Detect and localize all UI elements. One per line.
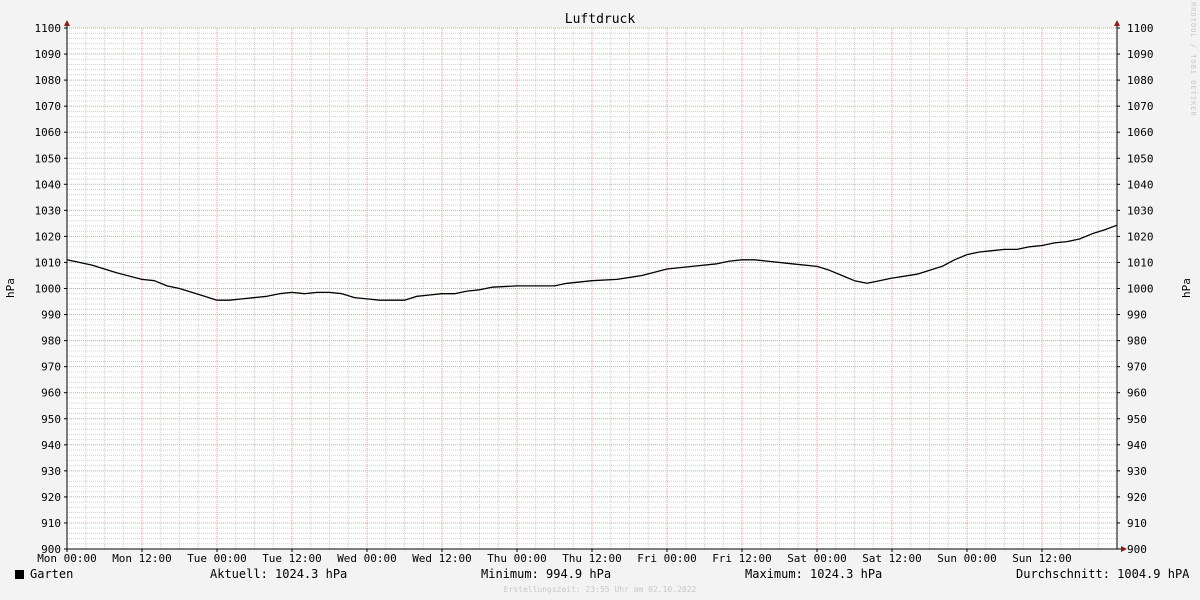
legend-swatch <box>15 570 24 579</box>
y-tick-label-left: 1000 <box>35 283 62 296</box>
y-tick-label-right: 900 <box>1127 543 1147 556</box>
y-axis-arrow-right <box>1114 20 1120 26</box>
y-tick-label-right: 940 <box>1127 439 1147 452</box>
y-tick-label-right: 910 <box>1127 517 1147 530</box>
y-tick-label-left: 930 <box>41 465 61 478</box>
y-tick-label-right: 1100 <box>1127 22 1154 35</box>
y-tick-label-left: 1040 <box>35 178 62 191</box>
y-tick-label-right: 920 <box>1127 491 1147 504</box>
y-tick-label-right: 1050 <box>1127 152 1154 165</box>
y-tick-label-left: 1080 <box>35 74 62 87</box>
y-tick-label-left: 920 <box>41 491 61 504</box>
legend-maximum: Maximum: 1024.3 hPa <box>745 567 883 581</box>
y-tick-label-left: 1050 <box>35 152 62 165</box>
x-tick-label: Thu 00:00 <box>487 552 547 565</box>
x-tick-label: Sun 12:00 <box>1012 552 1072 565</box>
x-tick-label: Thu 12:00 <box>562 552 622 565</box>
y-tick-label-left: 1020 <box>35 230 62 243</box>
legend-average: Durchschnitt: 1004.9 hPA <box>1016 567 1190 581</box>
x-tick-label: Tue 00:00 <box>187 552 247 565</box>
x-tick-label: Wed 00:00 <box>337 552 397 565</box>
y-tick-label-left: 1090 <box>35 48 62 61</box>
y-tick-label-left: 910 <box>41 517 61 530</box>
creation-time-footer: Erstellungszeit: 23:55 Uhr am 02.10.2022 <box>503 585 697 594</box>
x-tick-label: Mon 00:00 <box>37 552 97 565</box>
y-tick-label-right: 960 <box>1127 387 1147 400</box>
y-tick-label-right: 980 <box>1127 335 1147 348</box>
y-tick-label-right: 1060 <box>1127 126 1154 139</box>
y-tick-label-right: 1070 <box>1127 100 1154 113</box>
y-tick-label-left: 1100 <box>35 22 62 35</box>
chart: 900 900910 910920 920930 930940 940950 950960 9… <box>4 12 1193 565</box>
y-tick-label-right: 1040 <box>1127 178 1154 191</box>
y-tick-label-right: 1090 <box>1127 48 1154 61</box>
y-tick-label-right: 950 <box>1127 413 1147 426</box>
x-tick-label: Sat 00:00 <box>787 552 847 565</box>
y-tick-label-left: 990 <box>41 309 61 322</box>
watermark: RRDTOOL / TOBI OETIKER <box>1189 2 1197 117</box>
y-tick-label-right: 1010 <box>1127 256 1154 269</box>
x-tick-label: Mon 12:00 <box>112 552 172 565</box>
y-tick-label-left: 1010 <box>35 256 62 269</box>
legend-current: Aktuell: 1024.3 hPa <box>210 567 348 581</box>
y-axis-label-left: hPa <box>4 278 17 298</box>
y-tick-label-right: 970 <box>1127 361 1147 374</box>
x-tick-label: Fri 12:00 <box>712 552 772 565</box>
x-tick-label: Sun 00:00 <box>937 552 997 565</box>
y-tick-label-right: 930 <box>1127 465 1147 478</box>
chart-title: Luftdruck <box>565 12 636 27</box>
y-tick-label-right: 1030 <box>1127 204 1154 217</box>
y-tick-label-right: 1000 <box>1127 283 1154 296</box>
y-tick-label-left: 960 <box>41 387 61 400</box>
y-tick-label-left: 1070 <box>35 100 62 113</box>
y-tick-label-left: 940 <box>41 439 61 452</box>
y-tick-label-left: 1060 <box>35 126 62 139</box>
y-tick-label-left: 970 <box>41 361 61 374</box>
y-tick-label-left: 1030 <box>35 204 62 217</box>
y-tick-label-right: 1080 <box>1127 74 1154 87</box>
y-tick-label-left: 950 <box>41 413 61 426</box>
y-tick-label-right: 1020 <box>1127 230 1154 243</box>
y-axis-arrow-left <box>64 20 70 26</box>
legend-series-name: Garten <box>30 567 74 581</box>
x-tick-label: Fri 00:00 <box>637 552 697 565</box>
legend-minimum: Minimum: 994.9 hPa <box>481 567 612 581</box>
y-axis-label-right: hPa <box>1180 278 1193 298</box>
y-tick-label-left: 980 <box>41 335 61 348</box>
y-tick-label-right: 990 <box>1127 309 1147 322</box>
x-tick-label: Sat 12:00 <box>862 552 922 565</box>
x-tick-label: Wed 12:00 <box>412 552 472 565</box>
x-tick-label: Tue 12:00 <box>262 552 322 565</box>
